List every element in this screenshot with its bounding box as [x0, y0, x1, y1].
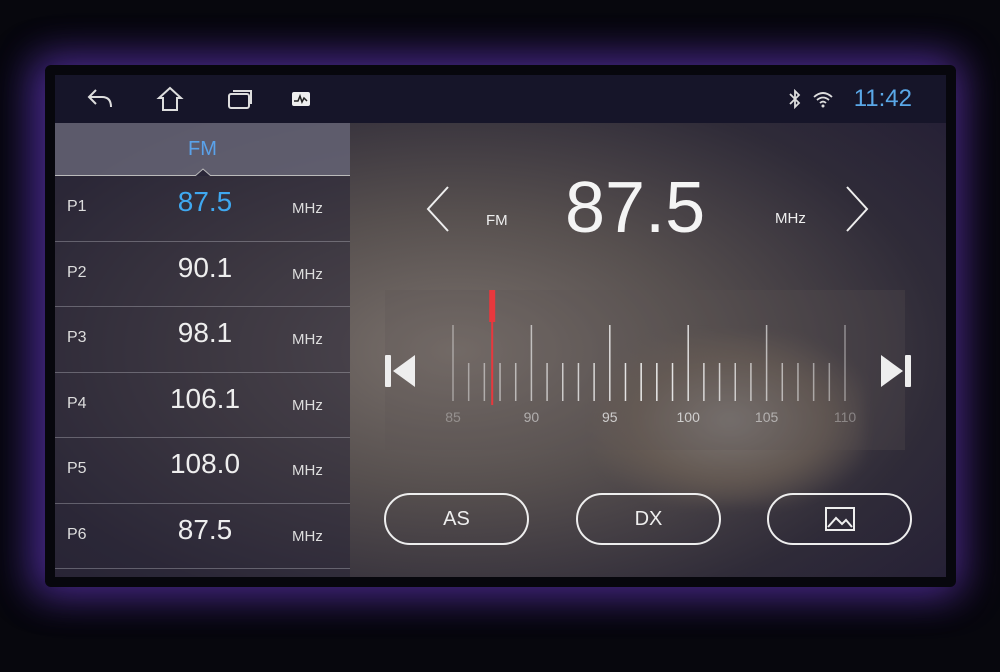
back-icon[interactable] [85, 85, 115, 113]
preset-item[interactable]: P1 87.5 MHz [55, 176, 350, 242]
preset-label: P6 [67, 525, 87, 543]
current-unit: MHz [775, 210, 806, 227]
radio-screen: 11:42 FM P1 87.5 MHz P2 90.1 MHz P3 98.1 MHz P4 10… [55, 75, 946, 577]
clock: 11:42 [853, 85, 912, 112]
seek-prev-icon[interactable] [423, 185, 453, 233]
bluetooth-icon [780, 85, 810, 113]
scale-label: 95 [602, 409, 618, 425]
frequency-scale[interactable]: 85 90 95 100 105 110 [435, 285, 865, 425]
skip-next-icon[interactable] [879, 353, 913, 389]
preset-frequency: 87.5 [177, 186, 233, 217]
preset-frequency: 98.1 [177, 317, 233, 348]
preset-frequency: 108.0 [169, 448, 241, 479]
scale-label: 110 [834, 409, 857, 425]
dx-button[interactable]: DX [576, 493, 721, 545]
scale-label: 90 [524, 409, 540, 425]
preset-item[interactable]: P4 106.1 MHz [55, 373, 350, 438]
preset-unit: MHz [292, 265, 323, 283]
preset-unit: MHz [292, 331, 323, 348]
scale-label: 100 [677, 409, 701, 425]
preset-item[interactable]: P5 108.0 MHz [55, 438, 350, 504]
background-button[interactable] [767, 493, 912, 545]
preset-frequency: 87.5 [177, 513, 233, 545]
tuning-needle-handle[interactable] [489, 290, 496, 322]
scale-label: 85 [445, 409, 461, 425]
as-button[interactable]: AS [384, 493, 529, 545]
preset-item[interactable]: P3 98.1 MHz [55, 307, 350, 373]
skip-previous-icon[interactable] [383, 353, 417, 389]
preset-unit: MHz [292, 200, 323, 217]
current-band: FM [486, 212, 508, 229]
preset-label: P4 [67, 394, 87, 412]
image-icon [824, 507, 855, 531]
recent-apps-icon[interactable] [225, 85, 255, 113]
preset-unit: MHz [292, 396, 323, 414]
preset-list: FM P1 87.5 MHz P2 90.1 MHz P3 98.1 MHz P4 106.1 MHz… [55, 123, 350, 577]
preset-unit: MHz [292, 462, 323, 479]
preset-frequency: 106.1 [169, 382, 241, 414]
screen-reflection [55, 580, 946, 672]
home-icon[interactable] [155, 85, 185, 113]
scale-label: 105 [755, 409, 779, 425]
current-frequency: 87.5 [565, 168, 706, 248]
preset-unit: MHz [292, 527, 323, 545]
preset-label: P3 [67, 329, 87, 346]
preset-frequency: 90.1 [177, 251, 233, 283]
preset-label: P1 [67, 198, 87, 215]
preset-item[interactable]: P2 90.1 MHz [55, 242, 350, 307]
preset-label: P2 [67, 263, 87, 281]
preset-item[interactable]: P6 87.5 MHz [55, 504, 350, 569]
activity-icon[interactable] [286, 85, 316, 113]
preset-label: P5 [67, 460, 87, 477]
status-bar: 11:42 [55, 75, 946, 123]
band-label: FM [188, 138, 217, 160]
band-tab-fm[interactable]: FM [55, 123, 350, 176]
wifi-icon [808, 85, 838, 113]
seek-next-icon[interactable] [842, 185, 872, 233]
